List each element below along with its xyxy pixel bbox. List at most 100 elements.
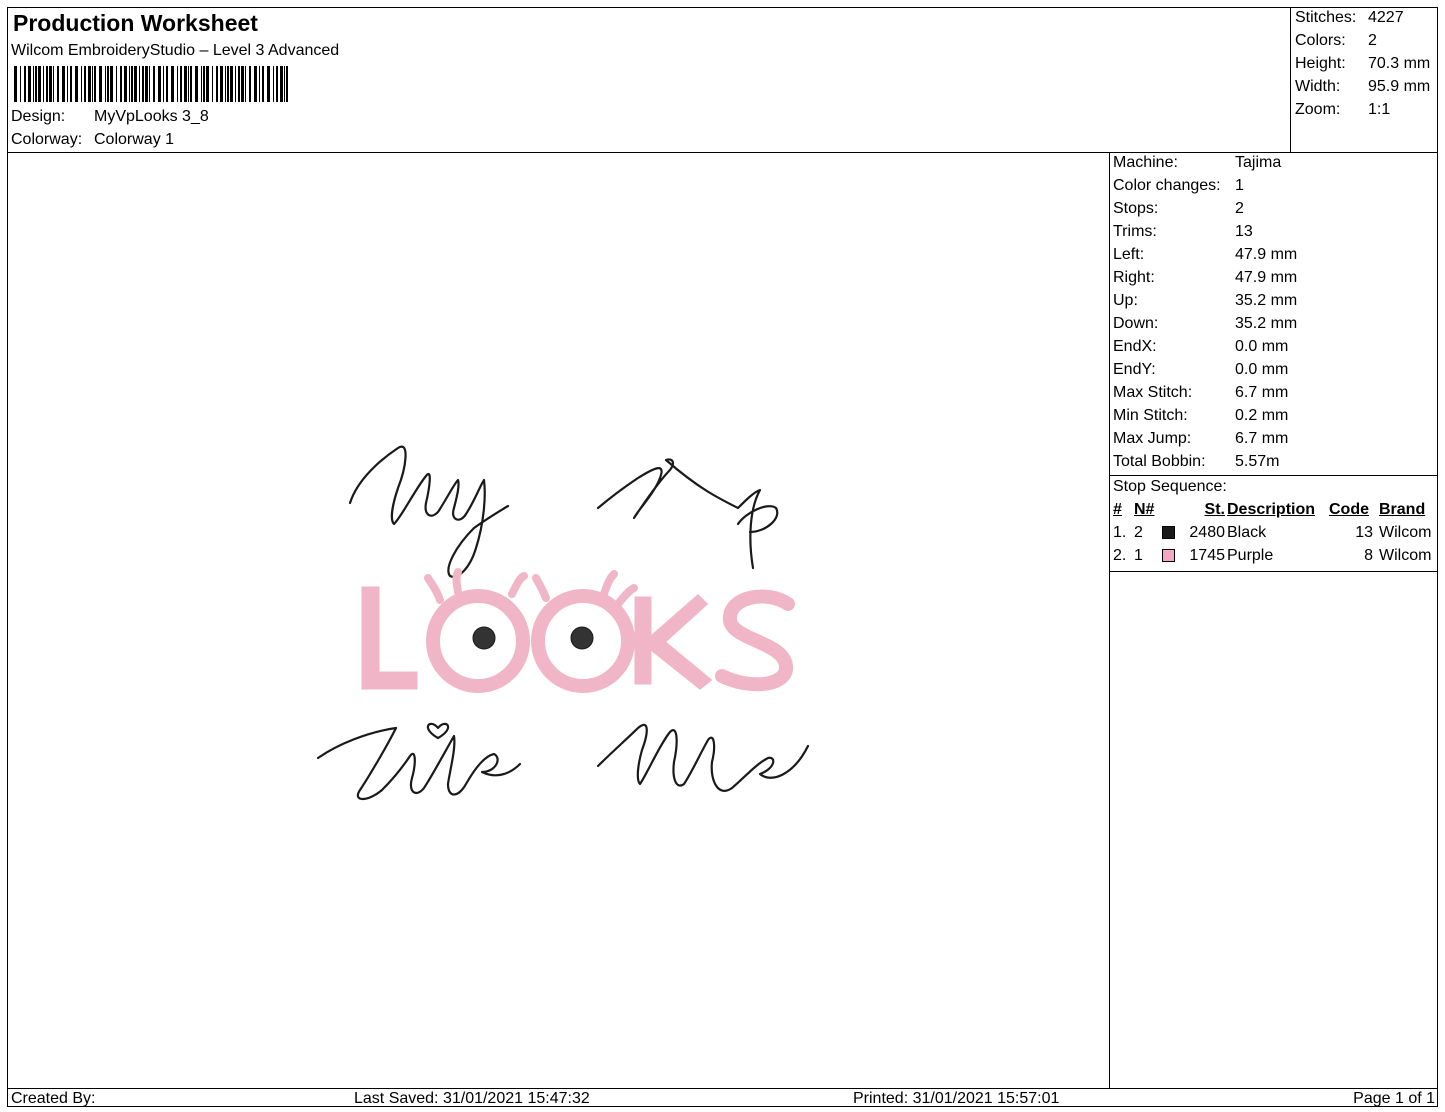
colorway-name: Colorway 1	[94, 131, 175, 148]
row-description: Black	[1227, 524, 1267, 541]
barcode-bar	[184, 66, 187, 102]
barcode-bar	[105, 66, 106, 102]
zoom-label: Zoom:	[1295, 101, 1341, 118]
barcode-bar	[70, 66, 72, 102]
barcode-bar	[75, 66, 78, 102]
barcode-bar	[212, 66, 213, 102]
script-me	[596, 723, 810, 792]
barcode-bar	[273, 66, 274, 102]
barcode-bar	[249, 66, 251, 102]
barcode-bar	[206, 66, 209, 102]
barcode-bar	[262, 66, 264, 102]
barcode-bar	[259, 66, 260, 102]
stitches-label: Stitches:	[1295, 9, 1357, 26]
barcode-bar	[171, 66, 174, 102]
machine-value: Tajima	[1235, 154, 1282, 171]
endy-value: 0.0 mm	[1235, 361, 1289, 378]
barcode-bar	[142, 66, 144, 102]
up-value: 35.2 mm	[1235, 292, 1298, 309]
header-code: Code	[1329, 501, 1369, 518]
barcode-bar	[245, 66, 246, 102]
barcode-bar	[238, 66, 240, 102]
barcode-bar	[180, 66, 182, 102]
barcode-bar	[99, 66, 102, 102]
embroidery-design-preview	[316, 445, 810, 801]
barcode-bar	[131, 66, 133, 102]
stop-sequence-table: # N# St. Description Code Brand 1. 2 248…	[1113, 501, 1436, 571]
barcode-bar	[53, 66, 54, 102]
barcode-bar	[124, 66, 127, 102]
barcode-bar	[166, 66, 168, 102]
endy-label: EndY:	[1113, 361, 1156, 378]
footer-created-by: Created By:	[11, 1090, 96, 1107]
color-changes-label: Color changes:	[1113, 177, 1221, 194]
script-vp	[596, 458, 779, 570]
color-swatch	[1162, 526, 1175, 539]
row-brand: Wilcom	[1379, 524, 1432, 541]
color-swatch	[1162, 549, 1175, 562]
barcode-bar	[195, 66, 198, 102]
max-jump-value: 6.7 mm	[1235, 430, 1289, 447]
zoom-value: 1:1	[1368, 101, 1391, 118]
barcode-bar	[81, 66, 82, 102]
barcode-bar	[177, 66, 178, 102]
barcode-bar	[62, 66, 65, 102]
script-my-vp	[348, 445, 510, 578]
height-label: Height:	[1295, 55, 1346, 72]
left-label: Left:	[1113, 246, 1145, 263]
row-brand: Wilcom	[1379, 547, 1432, 564]
min-stitch-value: 0.2 mm	[1235, 407, 1289, 424]
machine-label: Machine:	[1113, 154, 1178, 171]
production-worksheet: Production Worksheet Wilcom EmbroiderySt…	[7, 7, 1438, 1107]
barcode-bar	[107, 66, 109, 102]
barcode-bar	[92, 66, 93, 102]
barcode-bar	[88, 66, 91, 102]
max-stitch-value: 6.7 mm	[1235, 384, 1289, 401]
barcode-bar	[94, 66, 96, 102]
barcode-bar	[145, 66, 148, 102]
barcode-bar	[227, 66, 229, 102]
width-label: Width:	[1295, 78, 1341, 95]
letter-k	[634, 593, 713, 690]
barcode-bar	[241, 66, 244, 102]
barcode-bar	[280, 66, 283, 102]
right-value: 47.9 mm	[1235, 269, 1298, 286]
barcode-bar	[49, 66, 52, 102]
up-label: Up:	[1113, 292, 1138, 309]
row-code: 13	[1355, 524, 1373, 541]
barcode-bar	[230, 66, 233, 102]
barcode-bar	[139, 66, 140, 102]
row-stitches: 1745	[1189, 547, 1225, 564]
barcode-bar	[84, 66, 86, 102]
barcode-bar	[286, 66, 288, 102]
barcode-bar	[235, 66, 236, 102]
pupil-right	[570, 626, 594, 650]
barcode-bar	[28, 66, 31, 102]
stops-value: 2	[1235, 200, 1244, 217]
design-label: Design:	[11, 108, 66, 125]
letter-s	[715, 589, 795, 692]
footer-last-saved: Last Saved: 31/01/2021 15:47:32	[354, 1090, 590, 1107]
worksheet-title: Production Worksheet	[13, 10, 258, 36]
barcode-bar	[153, 66, 155, 102]
width-value: 95.9 mm	[1368, 78, 1431, 95]
down-label: Down:	[1113, 315, 1159, 332]
total-bobbin-value: 5.57m	[1235, 453, 1280, 470]
row-needle: 2	[1134, 524, 1143, 541]
barcode-bar	[201, 66, 202, 102]
row-num: 2.	[1113, 547, 1127, 564]
pupil-left	[472, 626, 496, 650]
max-jump-label: Max Jump:	[1113, 430, 1192, 447]
barcode-bar	[116, 66, 117, 102]
barcode-bar	[254, 66, 257, 102]
total-bobbin-label: Total Bobbin:	[1113, 453, 1206, 470]
barcode-bar	[110, 66, 113, 102]
design-name: MyVpLooks 3_8	[94, 108, 209, 125]
table-row: 2. 1 1745 Purple 8 Wilcom	[1113, 547, 1436, 567]
trims-value: 13	[1235, 223, 1253, 240]
header-needle: N#	[1134, 501, 1155, 518]
barcode-bar	[67, 66, 68, 102]
barcode-icon	[14, 66, 288, 102]
header-brand: Brand	[1379, 501, 1426, 518]
stop-sequence-title: Stop Sequence:	[1113, 478, 1227, 495]
